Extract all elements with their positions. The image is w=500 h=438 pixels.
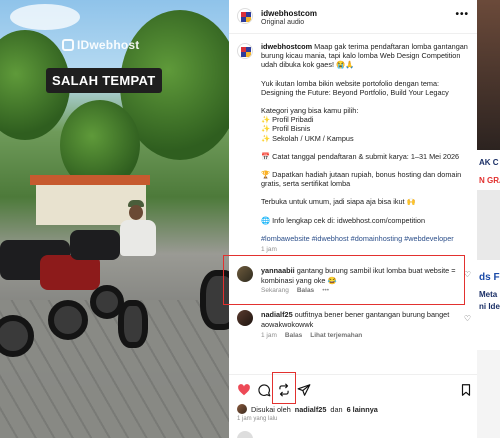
person-head <box>129 205 143 220</box>
bicycle-wheel <box>118 300 148 348</box>
caption-hashtags[interactable]: #lombawebsite #idwebhost #domainhosting … <box>261 234 469 243</box>
caption-timestamp: 1 jam <box>261 246 277 253</box>
background-page-strip: AK C N GRA ds F Meta ni Ide <box>477 0 500 438</box>
author-avatar[interactable] <box>237 8 253 24</box>
comment-text: nadialf25 outfitnya bener bener gantanga… <box>261 310 457 329</box>
like-heart-icon[interactable] <box>237 383 251 397</box>
background-text: AK C <box>479 158 499 167</box>
background-text: Meta <box>479 290 498 299</box>
liker-avatar <box>237 404 247 414</box>
parked-motorcycle <box>70 230 120 260</box>
media-watermark: IDwebhost <box>62 38 139 52</box>
caption-line: Yuk ikutan lomba bikin website portofoli… <box>261 78 440 88</box>
post-caption: idwebhostcom Maap gak terima pendaftaran… <box>261 42 469 252</box>
comment-meta: 1 jam Balas Lihat terjemahan <box>261 332 362 339</box>
highlighted-comment-box <box>223 255 465 305</box>
author-username[interactable]: idwebhostcom <box>261 9 317 18</box>
more-options-button[interactable]: ••• <box>455 9 469 20</box>
background-text: ds F <box>479 272 500 283</box>
highlighted-repost-box <box>272 372 296 404</box>
idwebhost-logo-icon <box>62 39 74 51</box>
pavement <box>0 300 229 438</box>
roof <box>30 175 150 185</box>
caption-line: Designing the Future: Beyond Portfolio, … <box>261 87 449 97</box>
commenter-avatar[interactable] <box>237 310 253 326</box>
background-text: N GRA <box>479 176 500 185</box>
caption-line: 🏆 Dapatkan hadiah jutaan rupiah, bonus h… <box>261 170 462 189</box>
comment-icon[interactable] <box>257 383 271 397</box>
background-text: ni Ide <box>479 302 500 311</box>
motorcycle-wheel <box>48 300 88 340</box>
post-video[interactable]: IDwebhost SALAH TEMPAT <box>0 0 229 438</box>
caption-line: ✨ Sekolah / UKM / Kampus <box>261 133 354 143</box>
caption-line: ✨ Profil Bisnis <box>261 124 311 134</box>
comment-like-icon[interactable]: ♡ <box>464 314 471 323</box>
person-shirt <box>120 220 156 256</box>
background-image <box>477 0 500 150</box>
cloud <box>10 4 80 30</box>
caption-author-avatar[interactable] <box>237 43 253 59</box>
caption-username[interactable]: idwebhostcom <box>261 42 312 51</box>
comments-scroll-area[interactable]: idwebhostcom Maap gak terima pendaftaran… <box>229 34 477 374</box>
liked-by-and: dan <box>330 404 343 414</box>
background-panel <box>477 190 500 260</box>
liked-by-others[interactable]: 6 lainnya <box>347 405 378 414</box>
liked-by-user[interactable]: nadialf25 <box>295 405 327 414</box>
liked-by-prefix: Disukai oleh <box>251 404 291 414</box>
reply-button[interactable]: Balas <box>285 332 302 339</box>
share-icon[interactable] <box>297 383 311 397</box>
post-header: idwebhostcom Original audio ••• <box>229 0 477 34</box>
see-translation-button[interactable]: Lihat terjemahan <box>310 332 362 339</box>
instagram-post-viewer: IDwebhost SALAH TEMPAT idwebhostcom Orig… <box>0 0 500 438</box>
comment-time: 1 jam <box>261 332 277 339</box>
post-panel: idwebhostcom Original audio ••• idwebhos… <box>229 0 477 438</box>
caption-line: 📅 Catat tanggal pendaftaran & submit kar… <box>261 151 460 161</box>
background-panel <box>477 350 500 438</box>
post-actions-bar: Disukai oleh nadialf25 dan 6 lainnya 1 j… <box>229 374 477 438</box>
caption-line: Kategori yang bisa kamu pilih: <box>261 106 359 116</box>
watermark-text: IDwebhost <box>77 38 140 52</box>
save-bookmark-icon[interactable] <box>459 383 473 397</box>
audio-link[interactable]: Original audio <box>261 19 304 26</box>
liked-by-summary[interactable]: Disukai oleh nadialf25 dan 6 lainnya <box>237 404 378 414</box>
parked-motorcycle <box>40 255 100 290</box>
caption-line: ✨ Profil Pribadi <box>261 115 314 125</box>
post-timestamp: 1 jam yang lalu <box>237 416 278 422</box>
commenter-username[interactable]: nadialf25 <box>261 310 293 319</box>
next-comment-avatar <box>237 431 253 438</box>
caption-line: 🌐 Info lengkap cek di: idwebhost.com/com… <box>261 215 426 225</box>
video-overlay-tag: SALAH TEMPAT <box>46 68 162 93</box>
caption-line: Terbuka untuk umum, jadi siapa aja bisa … <box>261 197 416 207</box>
